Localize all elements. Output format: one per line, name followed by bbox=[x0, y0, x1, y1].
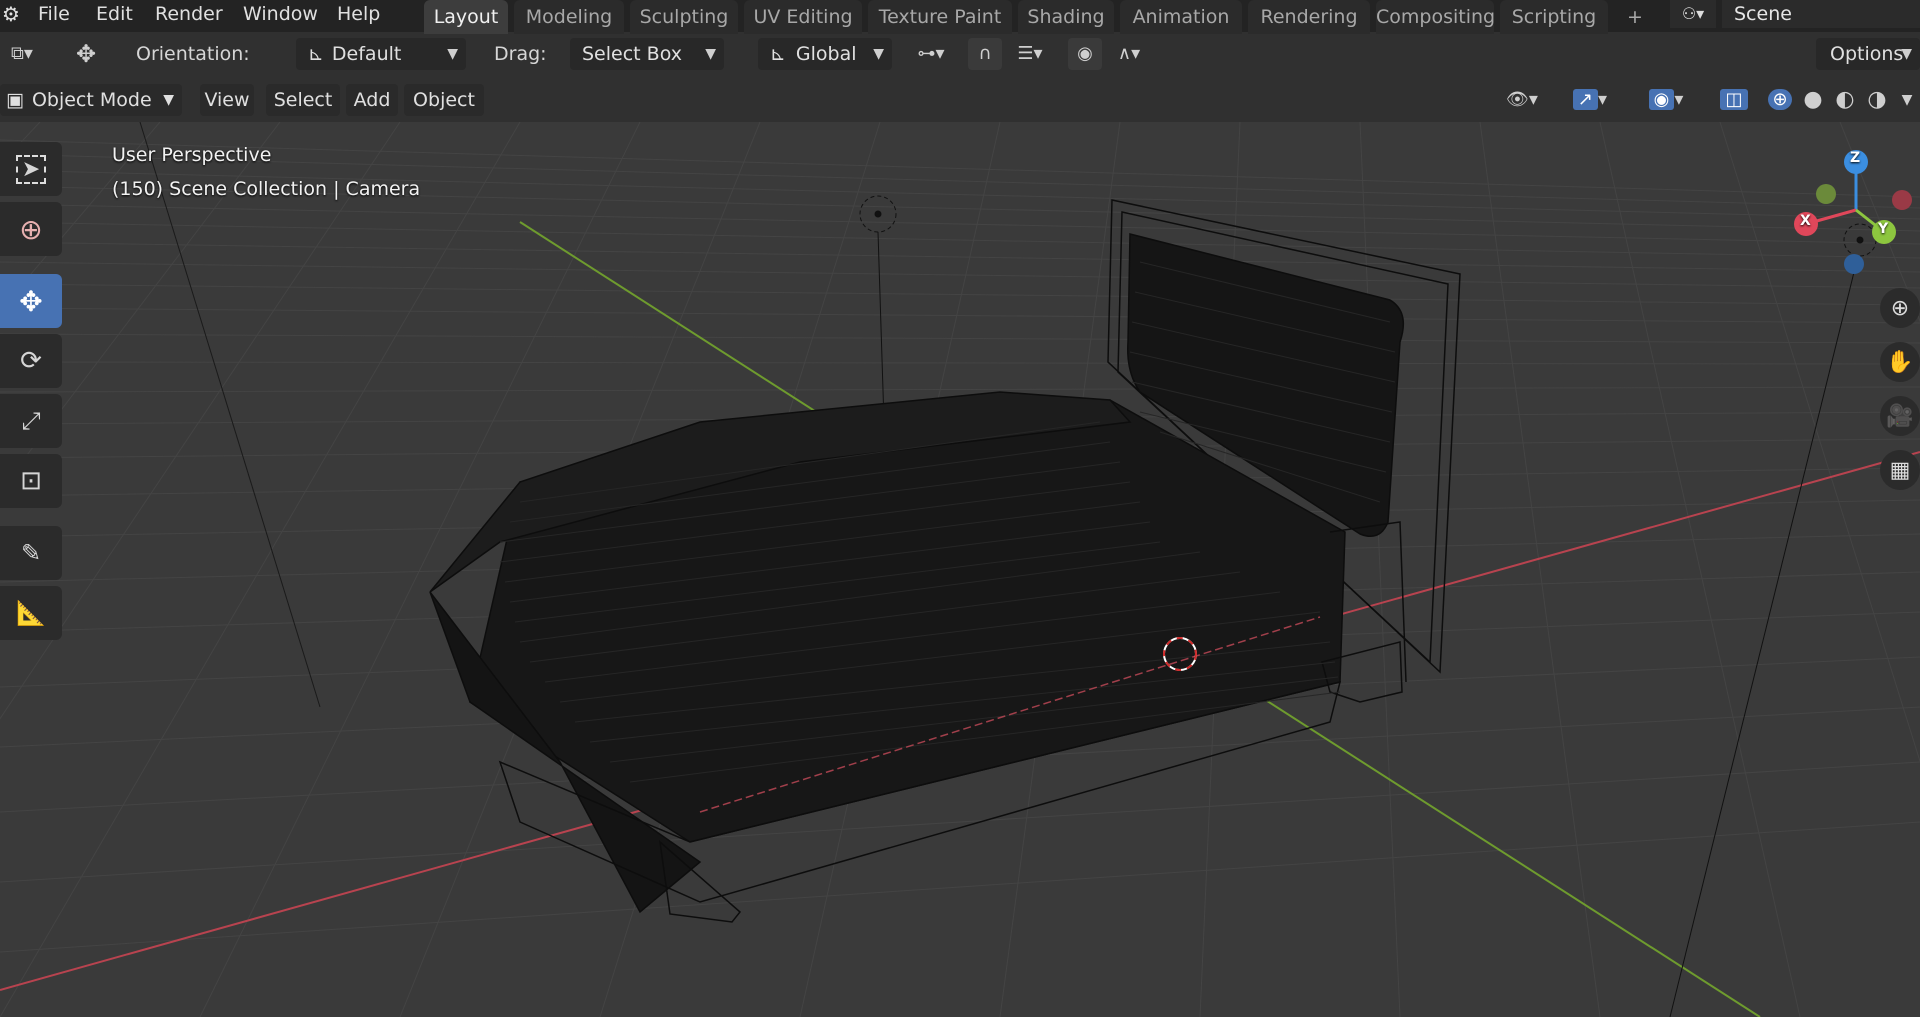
transform-icon: ⊡ bbox=[20, 466, 42, 496]
top-menu-bar: ⚙ File Edit Render Window Help Layout Mo… bbox=[0, 0, 1920, 34]
rendered-shading-icon[interactable]: ◑ bbox=[1860, 84, 1894, 116]
tool-settings-bar: ⧉▾ ✥ Orientation: ⊾ Default ▼ Drag: Select… bbox=[0, 38, 1920, 80]
orientation-dropdown[interactable]: ⊾ Default ▼ bbox=[296, 38, 466, 70]
solid-shading-icon[interactable]: ● bbox=[1796, 84, 1830, 116]
tab-scripting[interactable]: Scripting bbox=[1500, 0, 1608, 34]
snap-magnet-icon[interactable]: ∩ bbox=[968, 38, 1002, 70]
options-dropdown[interactable]: Options ▼ bbox=[1816, 38, 1920, 70]
cursor-tool[interactable]: ⊕ bbox=[0, 202, 62, 256]
orientation-axes-icon: ⊾ bbox=[308, 43, 324, 65]
chevron-down-icon: ▼ bbox=[873, 46, 884, 62]
transform-orientation-dropdown[interactable]: ⊾ Global ▼ bbox=[758, 38, 892, 70]
chevron-down-icon: ▼ bbox=[163, 92, 174, 108]
orientation-value: Default bbox=[331, 43, 402, 65]
blender-logo-icon[interactable]: ⚙ bbox=[0, 0, 22, 28]
camera-view-icon[interactable]: 🎥 bbox=[1880, 396, 1920, 436]
menu-view[interactable]: View bbox=[200, 84, 254, 116]
gizmo-x-label: X bbox=[1800, 213, 1811, 229]
options-label: Options bbox=[1830, 43, 1904, 65]
menu-help[interactable]: Help bbox=[337, 0, 380, 28]
object-mode-icon: ▣ bbox=[6, 89, 24, 111]
tab-rendering[interactable]: Rendering bbox=[1248, 0, 1370, 34]
tab-shading[interactable]: Shading bbox=[1018, 0, 1114, 34]
measure-icon: 📐 bbox=[16, 599, 46, 627]
zoom-icon[interactable]: ⊕ bbox=[1880, 288, 1920, 328]
drag-label: Drag: bbox=[494, 43, 547, 65]
tab-sculpting[interactable]: Sculpting bbox=[630, 0, 738, 34]
collection-info-label: (150) Scene Collection | Camera bbox=[112, 178, 421, 200]
tab-texture-paint[interactable]: Texture Paint bbox=[868, 0, 1012, 34]
tab-layout[interactable]: Layout bbox=[424, 0, 508, 34]
select-box-tool[interactable]: ➤ bbox=[0, 142, 62, 196]
annotate-tool[interactable]: ✎ bbox=[0, 526, 62, 580]
view-name-label: User Perspective bbox=[112, 144, 272, 166]
gizmo-z-label: Z bbox=[1850, 150, 1861, 166]
snap-target-icon[interactable]: ☰▾ bbox=[1004, 38, 1056, 70]
navigation-gizmo[interactable] bbox=[1794, 150, 1912, 274]
scale-icon: ⤢ bbox=[21, 407, 41, 435]
global-axes-icon: ⊾ bbox=[770, 43, 786, 65]
gizmo-y-label: Y bbox=[1878, 221, 1889, 237]
mode-dropdown[interactable]: ▣ Object Mode ▼ bbox=[0, 84, 182, 116]
transform-tool[interactable]: ⊡ bbox=[0, 454, 62, 508]
annotate-icon: ✎ bbox=[20, 539, 42, 567]
drag-dropdown[interactable]: Select Box ▼ bbox=[570, 38, 724, 70]
shading-options-chevron-icon[interactable]: ▼ bbox=[1894, 84, 1920, 116]
light-object bbox=[859, 195, 897, 423]
add-workspace-button[interactable]: + bbox=[1618, 0, 1652, 34]
pivot-point-icon[interactable]: ⊶▾ bbox=[906, 38, 956, 70]
tab-uv-editing[interactable]: UV Editing bbox=[744, 0, 862, 34]
scale-tool[interactable]: ⤢ bbox=[0, 394, 62, 448]
falloff-curve-icon[interactable]: ∧▾ bbox=[1104, 38, 1154, 70]
tab-animation[interactable]: Animation bbox=[1120, 0, 1242, 34]
viewport-canvas bbox=[0, 122, 1920, 1017]
visibility-eye-icon[interactable]: 👁▾ bbox=[1494, 84, 1550, 116]
scene-selector-icon[interactable]: ⚇▾ bbox=[1670, 0, 1716, 28]
3d-viewport[interactable]: User Perspective (150) Scene Collection … bbox=[0, 122, 1920, 1017]
select-box-icon: ➤ bbox=[15, 154, 47, 184]
viewport-header: ▣ Object Mode ▼ View Select Add Object 👁▾ … bbox=[0, 84, 1920, 122]
wireframe-shading-icon[interactable]: ⊕ bbox=[1762, 84, 1798, 116]
tab-compositing[interactable]: Compositing bbox=[1376, 0, 1495, 34]
drag-value: Select Box bbox=[582, 43, 682, 65]
menu-window[interactable]: Window bbox=[243, 0, 318, 28]
xray-toggle-icon[interactable]: ◫ bbox=[1716, 84, 1752, 116]
gizmo-toggle-icon[interactable]: ↗ ▾ bbox=[1560, 84, 1620, 116]
chevron-down-icon: ▼ bbox=[705, 46, 716, 62]
move-tool[interactable]: ✥ bbox=[0, 274, 62, 328]
mode-value: Object Mode bbox=[31, 89, 152, 111]
bed-wireframe bbox=[429, 199, 1461, 923]
proportional-edit-icon[interactable]: ◉ bbox=[1068, 38, 1102, 70]
move-tool-icon: ✥ bbox=[75, 40, 97, 68]
ortho-grid-icon[interactable]: ▦ bbox=[1880, 450, 1920, 490]
orientation-label: Orientation: bbox=[136, 43, 250, 65]
cursor-icon: ⊕ bbox=[19, 212, 43, 246]
chevron-down-icon: ▼ bbox=[447, 46, 458, 62]
menu-edit[interactable]: Edit bbox=[96, 0, 133, 28]
rotate-icon: ⟳ bbox=[20, 346, 42, 376]
menu-file[interactable]: File bbox=[38, 0, 70, 28]
transform-orientation-value: Global bbox=[795, 43, 857, 65]
material-shading-icon[interactable]: ◐ bbox=[1828, 84, 1862, 116]
menu-render[interactable]: Render bbox=[155, 0, 223, 28]
measure-tool[interactable]: 📐 bbox=[0, 586, 62, 640]
menu-add[interactable]: Add bbox=[346, 84, 398, 116]
menu-select[interactable]: Select bbox=[266, 84, 340, 116]
tab-modeling[interactable]: Modeling bbox=[514, 0, 624, 34]
overlays-toggle-icon[interactable]: ◉ ▾ bbox=[1636, 84, 1696, 116]
chevron-down-icon: ▼ bbox=[1901, 46, 1912, 62]
menu-object[interactable]: Object bbox=[404, 84, 484, 116]
tool-settings-icon[interactable]: ⧉▾ bbox=[0, 38, 44, 70]
move-icon: ✥ bbox=[19, 284, 43, 318]
rotate-tool[interactable]: ⟳ bbox=[0, 334, 62, 388]
pan-hand-icon[interactable]: ✋ bbox=[1880, 342, 1920, 382]
scene-name-field[interactable]: Scene bbox=[1722, 0, 1920, 28]
